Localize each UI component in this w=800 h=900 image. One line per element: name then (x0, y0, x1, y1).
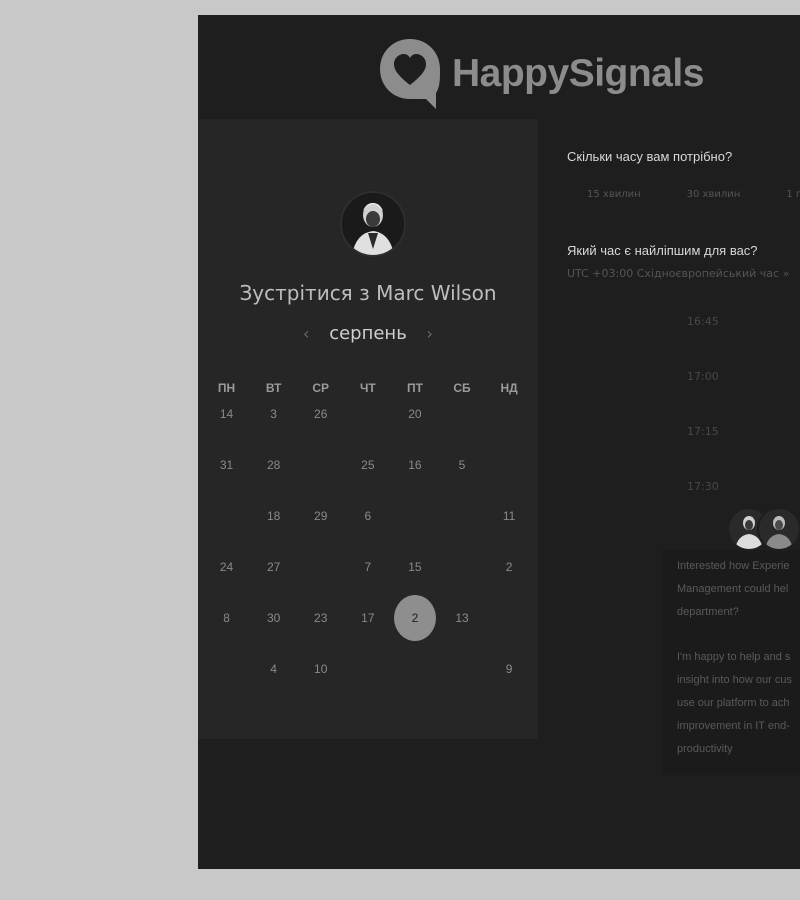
about-line: department? (677, 606, 739, 618)
calendar-day[interactable]: 5 (438, 455, 485, 475)
calendar-day[interactable] (438, 404, 485, 424)
calendar-day[interactable] (486, 455, 533, 475)
calendar-day[interactable]: 11 (486, 506, 533, 526)
calendar-day[interactable]: 17 (344, 608, 391, 628)
chevron-right-icon[interactable]: › (427, 324, 433, 343)
month-navigation: ‹ серпень › (198, 323, 538, 344)
calendar-day[interactable]: 27 (250, 557, 297, 577)
about-line: use our platform to ach (677, 697, 790, 709)
calendar-day[interactable]: 8 (203, 608, 250, 628)
person-portrait-icon (342, 193, 404, 255)
calendar-day[interactable]: 15 (391, 557, 438, 577)
avatar (757, 507, 800, 551)
duration-option[interactable]: 1 го (786, 189, 800, 200)
time-slot[interactable]: 17:30 (687, 480, 719, 493)
timezone-arrow: » (782, 267, 790, 280)
about-line: productivity (677, 743, 733, 755)
about-line: I'm happy to help and s (677, 651, 791, 663)
weekday-label: ВТ (265, 381, 282, 395)
calendar-day[interactable]: 16 (391, 455, 438, 475)
calendar-card: Зустрітися з Marc Wilson ‹ серпень › ПН … (198, 119, 538, 739)
calendar-day[interactable] (391, 659, 438, 679)
calendar-day[interactable]: 18 (250, 506, 297, 526)
calendar-day[interactable] (486, 404, 533, 424)
calendar-day[interactable]: 9 (486, 659, 533, 679)
calendar-week-row: 4 10 9 (203, 659, 533, 679)
time-slot[interactable]: 17:15 (687, 425, 719, 438)
timezone-selector[interactable]: UTC +03:00 Східноєвропейський час » (567, 267, 789, 280)
calendar-day[interactable]: 30 (250, 608, 297, 628)
weekday-label: ЧТ (359, 381, 376, 395)
weekday-label: СБ (453, 381, 471, 395)
heart-speech-bubble-icon (380, 39, 440, 109)
calendar-day[interactable]: 3 (250, 404, 297, 424)
calendar-day[interactable] (203, 659, 250, 679)
duration-option[interactable]: 15 хвилин (587, 189, 641, 200)
calendar-day[interactable]: 23 (297, 608, 344, 628)
calendar-day[interactable] (438, 506, 485, 526)
calendar-week-row: 31 28 25 16 5 (203, 455, 533, 475)
calendar-week-row: 24 27 7 15 2 (203, 557, 533, 577)
host-avatars (727, 507, 800, 555)
calendar-day[interactable]: 28 (250, 455, 297, 475)
weekday-label: ПН (217, 381, 236, 395)
calendar-day[interactable] (391, 506, 438, 526)
host-name: Marc Wilson (376, 281, 497, 305)
calendar-day[interactable]: 4 (250, 659, 297, 679)
duration-option[interactable]: 30 хвилин (687, 189, 741, 200)
meeting-title: Зустрітися з Marc Wilson (198, 281, 538, 305)
about-line: Interested how Experie (677, 560, 790, 572)
about-text: Interested how Experie Management could … (677, 555, 800, 783)
calendar-day-label: 2 (411, 611, 419, 625)
chevron-left-icon[interactable]: ‹ (303, 324, 309, 343)
duration-question: Скільки часу вам потрібно? (567, 149, 733, 164)
calendar-day[interactable]: 24 (203, 557, 250, 577)
booking-options: Скільки часу вам потрібно? 15 хвилин 30 … (567, 15, 800, 869)
calendar-day[interactable]: 31 (203, 455, 250, 475)
month-label: серпень (329, 323, 407, 344)
time-question: Який час є найліпшим для вас? (567, 243, 758, 258)
calendar-day[interactable] (344, 659, 391, 679)
calendar-week-row: 14 3 26 20 (203, 404, 533, 424)
calendar-week-row: 8 30 23 17 2 13 (203, 595, 533, 641)
calendar-day[interactable]: 13 (438, 608, 485, 628)
weekday-label: НД (500, 381, 518, 395)
calendar-day[interactable]: 25 (344, 455, 391, 475)
calendar-day[interactable]: 14 (203, 404, 250, 424)
calendar-day[interactable] (297, 455, 344, 475)
calendar-day[interactable]: 10 (297, 659, 344, 679)
calendar-day[interactable] (486, 608, 533, 628)
about-line: Management could hel (677, 583, 789, 595)
calendar-day[interactable]: 6 (344, 506, 391, 526)
duration-options: 15 хвилин 30 хвилин 1 го (587, 189, 800, 200)
calendar-day[interactable]: 26 (297, 404, 344, 424)
meeting-title-prefix: Зустрітися з (239, 281, 370, 305)
calendar-day[interactable]: 29 (297, 506, 344, 526)
about-line: improvement in IT end- (677, 720, 790, 732)
time-slot[interactable]: 16:45 (687, 315, 719, 328)
weekday-label: СР (312, 381, 330, 395)
weekday-label: ПТ (406, 381, 423, 395)
calendar-day[interactable]: 20 (391, 404, 438, 424)
calendar-day[interactable]: 2 (486, 557, 533, 577)
calendar-day[interactable] (344, 404, 391, 424)
calendar-day[interactable]: 7 (344, 557, 391, 577)
calendar-day[interactable] (438, 659, 485, 679)
calendar-day[interactable] (297, 557, 344, 577)
host-avatar (340, 191, 406, 257)
calendar-day-selected[interactable]: 2 (391, 595, 438, 641)
booking-page: HappySignals Зустрітися з Marc Wilson ‹ … (198, 15, 800, 869)
calendar-day[interactable] (203, 506, 250, 526)
person-portrait-icon (765, 516, 793, 549)
timezone-label: UTC +03:00 Східноєвропейський час (567, 267, 780, 280)
calendar-week-row: 18 29 6 11 (203, 506, 533, 526)
time-slot[interactable]: 17:00 (687, 370, 719, 383)
weekday-header: ПН ВТ СР ЧТ ПТ СБ НД (203, 381, 533, 395)
about-line: insight into how our cus (677, 674, 792, 686)
calendar-day[interactable] (438, 557, 485, 577)
